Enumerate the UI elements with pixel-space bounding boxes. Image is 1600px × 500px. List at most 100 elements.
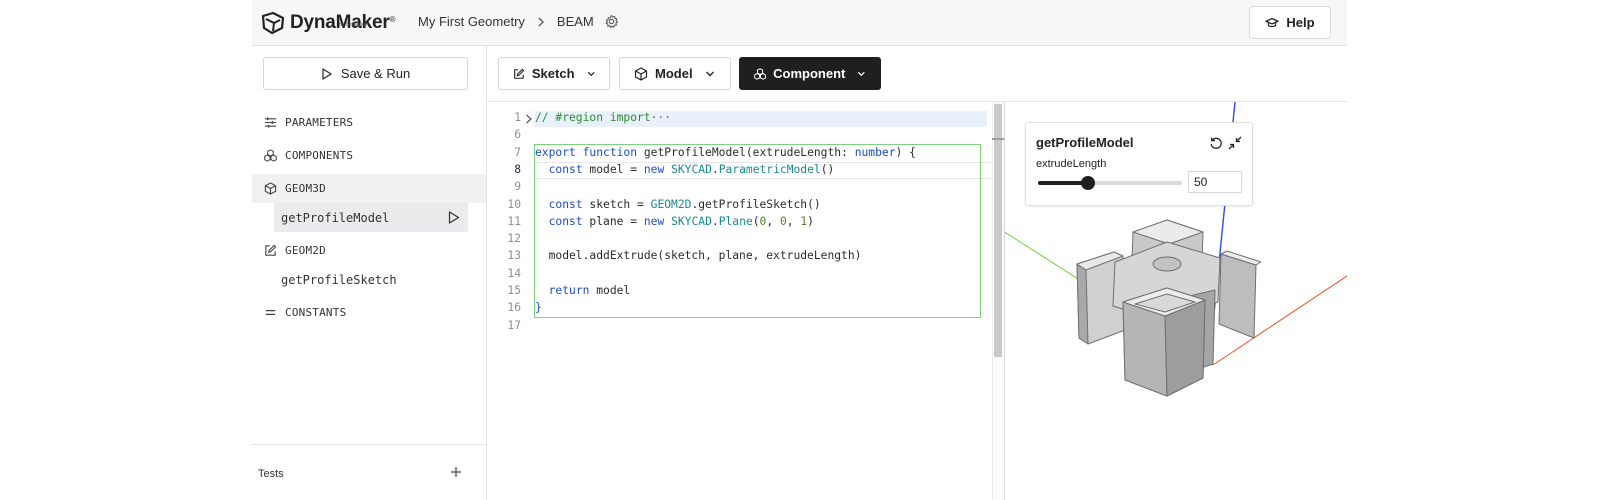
code-token: . bbox=[711, 214, 719, 228]
line-number: 8 bbox=[514, 162, 521, 176]
code-line[interactable]: 1 // #region import··· bbox=[487, 109, 1004, 126]
code-token: function bbox=[582, 145, 638, 159]
dynamaker-logo-icon bbox=[261, 11, 285, 35]
code-token: , bbox=[786, 214, 801, 228]
code-token: const bbox=[548, 162, 583, 176]
code-token: ( bbox=[752, 214, 760, 228]
code-text[interactable]: const model = new SKYCAD.ParametricModel… bbox=[535, 161, 835, 178]
code-line[interactable]: 8 const model = new SKYCAD.ParametricMod… bbox=[487, 161, 1004, 178]
components-icon bbox=[754, 67, 766, 80]
code-text[interactable]: const plane = new SKYCAD.Plane(0, 0, 1) bbox=[535, 213, 814, 230]
line-number: 16 bbox=[507, 301, 521, 315]
code-token: const bbox=[548, 214, 583, 228]
help-button[interactable]: Help bbox=[1249, 6, 1331, 39]
editor-toolbar: Sketch Model Component bbox=[487, 46, 1347, 102]
3d-viewport[interactable]: getProfileModel extrudeLength 50 bbox=[1004, 102, 1347, 500]
save-run-button[interactable]: Save & Run bbox=[263, 57, 468, 90]
breadcrumb-project[interactable]: My First Geometry bbox=[418, 14, 525, 29]
code-token: ) { bbox=[895, 145, 916, 159]
line-number: 7 bbox=[514, 145, 521, 159]
code-token: model = bbox=[582, 162, 644, 176]
code-line[interactable]: 13 model.addExtrude(sketch, plane, extru… bbox=[487, 247, 1004, 264]
extrude-length-slider[interactable] bbox=[1038, 176, 1182, 190]
code-text[interactable]: model.addExtrude(sketch, plane, extrudeL… bbox=[535, 247, 862, 264]
gear-icon[interactable] bbox=[604, 14, 619, 29]
code-token: , bbox=[766, 214, 780, 228]
editor-scrollbar-thumb[interactable] bbox=[994, 104, 1002, 357]
chevron-right-icon bbox=[538, 17, 544, 26]
line-number: 11 bbox=[507, 214, 521, 228]
code-token: model.addExtrude(sketch, plane, extrudeL… bbox=[535, 249, 862, 263]
code-token: new bbox=[643, 214, 665, 228]
divider bbox=[252, 444, 486, 445]
sidebar-item-constants[interactable]: CONSTANTS bbox=[252, 298, 486, 327]
code-line[interactable]: 7 export function getProfileModel(extrude… bbox=[487, 144, 1004, 161]
component-dropdown-button[interactable]: Component bbox=[739, 57, 881, 90]
sidebar-item-components[interactable]: COMPONENTS bbox=[252, 141, 486, 170]
extrude-length-input[interactable]: 50 bbox=[1188, 171, 1242, 193]
logo-registered-mark: ® bbox=[389, 14, 396, 24]
run-icon[interactable] bbox=[448, 211, 460, 224]
function-item-getprofilemodel[interactable]: getProfileModel bbox=[274, 203, 468, 232]
play-icon bbox=[322, 67, 332, 80]
code-token: model bbox=[589, 284, 631, 297]
add-test-icon[interactable] bbox=[449, 465, 463, 479]
line-number: 12 bbox=[507, 232, 521, 246]
sidebar-item-label: CONSTANTS bbox=[285, 306, 347, 319]
code-text[interactable]: } bbox=[535, 299, 542, 316]
reset-icon[interactable] bbox=[1209, 136, 1223, 150]
code-token: 0 bbox=[779, 214, 787, 228]
code-token: SKYCAD bbox=[671, 162, 712, 176]
sidebar-item-geom2d[interactable]: GEOM2D bbox=[252, 236, 486, 265]
code-token: () bbox=[820, 162, 835, 176]
code-line[interactable]: 16} bbox=[487, 299, 1004, 316]
code-line[interactable]: 14 bbox=[487, 265, 1004, 282]
function-name: getProfileModel bbox=[281, 210, 390, 225]
parameter-panel: getProfileModel extrudeLength 50 bbox=[1025, 122, 1253, 206]
code-editor[interactable]: 1 // #region import··· 6 7 export function g… bbox=[487, 102, 1004, 500]
function-item-getprofilesketch[interactable]: getProfileSketch bbox=[274, 265, 468, 294]
sidebar-item-label: PARAMETERS bbox=[285, 116, 354, 129]
line-number: 13 bbox=[507, 249, 521, 263]
tests-label: Tests bbox=[258, 468, 284, 480]
model-dropdown-button[interactable]: Model bbox=[619, 57, 731, 90]
line-number: 17 bbox=[507, 318, 521, 332]
code-line[interactable]: 9 bbox=[487, 178, 1004, 195]
graduation-cap-icon bbox=[1265, 17, 1280, 27]
code-line[interactable]: 12 bbox=[487, 230, 1004, 247]
code-text[interactable]: export function getProfileModel(extrudeL… bbox=[535, 144, 916, 161]
breadcrumb-component[interactable]: BEAM bbox=[557, 14, 594, 29]
profile-model bbox=[1076, 219, 1262, 397]
code-line[interactable]: 15 return model bbox=[487, 282, 1004, 299]
sidebar-item-geom3d[interactable]: GEOM3D bbox=[252, 174, 486, 203]
line-number: 9 bbox=[514, 180, 521, 194]
chevron-down-icon bbox=[858, 71, 866, 76]
panel-title: getProfileModel bbox=[1036, 135, 1134, 150]
line-number: 10 bbox=[507, 197, 521, 211]
logo-subtitle: by SkyMaker bbox=[339, 22, 368, 28]
logo[interactable]: DynaMaker ® bbox=[260, 10, 396, 36]
code-text[interactable]: return model bbox=[535, 282, 631, 299]
code-token: plane = bbox=[582, 214, 644, 228]
slider-thumb[interactable] bbox=[1081, 176, 1096, 190]
collapse-icon[interactable] bbox=[1228, 136, 1242, 150]
code-line[interactable]: 6 bbox=[487, 126, 1004, 143]
dynamaker-app: DynaMaker ® by SkyMaker My First Geometry… bbox=[252, 0, 1347, 500]
sidebar-item-parameters[interactable]: PARAMETERS bbox=[252, 108, 486, 137]
code-line[interactable]: 17 bbox=[487, 317, 1004, 334]
sketch-label: Sketch bbox=[531, 66, 575, 81]
code-line[interactable]: 10 const sketch = GEOM2D.getProfileSketc… bbox=[487, 196, 1004, 213]
fold-chevron-icon[interactable] bbox=[525, 114, 533, 124]
code-token: export bbox=[535, 145, 576, 159]
sketch-dropdown-button[interactable]: Sketch bbox=[498, 57, 610, 90]
code-line[interactable]: 11 const plane = new SKYCAD.Plane(0, 0, … bbox=[487, 213, 1004, 230]
code-text[interactable]: // #region import··· bbox=[535, 109, 671, 126]
code-text[interactable]: const sketch = GEOM2D.getProfileSketch() bbox=[535, 196, 821, 213]
scrollbar-marker bbox=[992, 138, 1004, 140]
param-label: extrudeLength bbox=[1036, 158, 1107, 170]
line-number: 15 bbox=[507, 284, 521, 297]
code-token: const bbox=[548, 197, 583, 211]
code-token: GEOM2D bbox=[650, 197, 692, 211]
